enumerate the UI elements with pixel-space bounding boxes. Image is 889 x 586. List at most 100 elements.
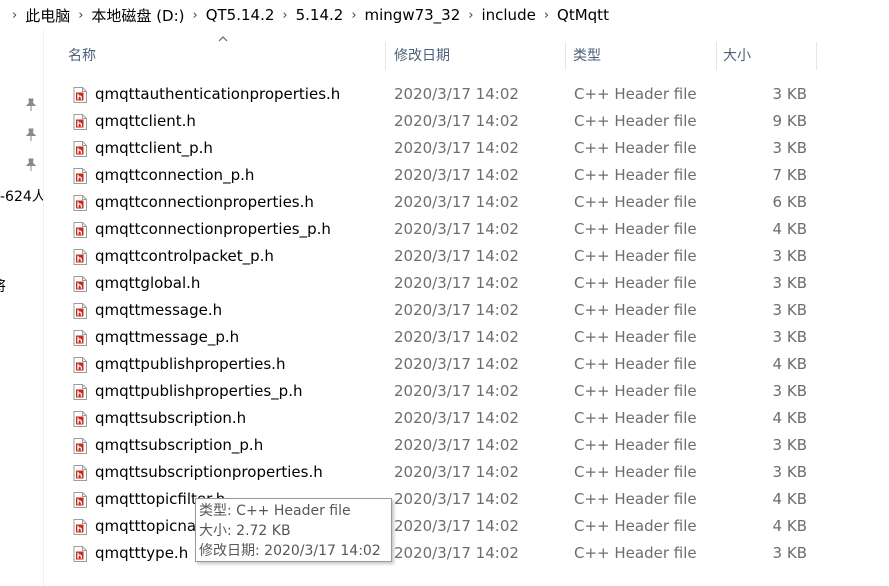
column-header-size[interactable]: 大小 <box>717 40 815 72</box>
nav-item-label[interactable]: 将 <box>0 276 6 296</box>
breadcrumb-item[interactable]: 本地磁盘 (D:) <box>91 5 184 26</box>
file-name: qmqttconnectionproperties.h <box>95 193 314 211</box>
navigation-pane: -624人 将 <box>0 30 44 586</box>
column-header-name[interactable]: 名称 <box>62 40 384 72</box>
file-type: C++ Header file <box>574 112 697 130</box>
column-divider[interactable] <box>385 42 386 70</box>
tooltip-type: 类型: C++ Header file <box>199 503 351 519</box>
file-type: C++ Header file <box>574 274 697 292</box>
breadcrumb-separator[interactable]: › <box>78 8 83 23</box>
column-divider[interactable] <box>565 42 566 70</box>
file-row[interactable]: qmqttconnectionproperties.h 2020/3/17 14:… <box>64 189 884 216</box>
file-name: qmqttglobal.h <box>95 274 201 292</box>
file-size: 3 KB <box>772 85 807 103</box>
file-date: 2020/3/17 14:02 <box>394 436 519 454</box>
file-size: 3 KB <box>772 139 807 157</box>
file-row[interactable]: qmqttpublishproperties.h 2020/3/17 14:02 C… <box>64 351 884 378</box>
file-name: qmqttcontrolpacket_p.h <box>95 247 274 265</box>
file-date: 2020/3/17 14:02 <box>394 463 519 481</box>
cpp-header-file-icon <box>73 330 87 346</box>
cpp-header-file-icon <box>73 357 87 373</box>
file-row[interactable]: qmqttmessage_p.h 2020/3/17 14:02 C++ Heade… <box>64 324 884 351</box>
column-header-type[interactable]: 类型 <box>567 40 715 72</box>
file-row[interactable]: qmqttcontrolpacket_p.h 2020/3/17 14:02 C++… <box>64 243 884 270</box>
breadcrumb-separator[interactable]: › <box>193 8 198 23</box>
cpp-header-file-icon <box>73 222 87 238</box>
breadcrumb-separator[interactable]: › <box>544 8 549 23</box>
file-type: C++ Header file <box>574 166 697 184</box>
file-row[interactable]: qmqttclient.h 2020/3/17 14:02 C++ Header f… <box>64 108 884 135</box>
breadcrumb-item[interactable]: mingw73_32 <box>365 6 461 24</box>
breadcrumb-item[interactable]: include <box>481 6 535 24</box>
cpp-header-file-icon <box>73 438 87 454</box>
breadcrumb-separator[interactable]: › <box>12 8 17 23</box>
file-date: 2020/3/17 14:02 <box>394 382 519 400</box>
file-type: C++ Header file <box>574 436 697 454</box>
file-date: 2020/3/17 14:02 <box>394 85 519 103</box>
file-row[interactable]: qmqttauthenticationproperties.h 2020/3/17… <box>64 81 884 108</box>
file-size: 3 KB <box>772 247 807 265</box>
file-row[interactable]: qmqttconnectionproperties_p.h 2020/3/17 1… <box>64 216 884 243</box>
file-date: 2020/3/17 14:02 <box>394 247 519 265</box>
tooltip-size: 大小: 2.72 KB <box>199 523 291 539</box>
file-name: qmqttmessage_p.h <box>95 328 240 346</box>
file-date: 2020/3/17 14:02 <box>394 409 519 427</box>
tooltip-date: 修改日期: 2020/3/17 14:02 <box>199 543 381 559</box>
file-date: 2020/3/17 14:02 <box>394 112 519 130</box>
cpp-header-file-icon <box>73 168 87 184</box>
file-list: 名称 修改日期 类型 大小 qmqttauthenticationpropert… <box>44 30 889 586</box>
file-size: 3 KB <box>772 328 807 346</box>
breadcrumb-separator[interactable]: › <box>351 8 356 23</box>
file-row[interactable]: qmqtttopicfilter.h 2020/3/17 14:02 C++ Hea… <box>64 486 884 513</box>
breadcrumb-item[interactable]: QtMqtt <box>557 6 609 24</box>
file-size: 4 KB <box>772 355 807 373</box>
file-row[interactable]: qmqttsubscription_p.h 2020/3/17 14:02 C++ … <box>64 432 884 459</box>
file-size: 3 KB <box>772 301 807 319</box>
file-row[interactable]: qmqttpublishproperties_p.h 2020/3/17 14:0… <box>64 378 884 405</box>
column-header-row: 名称 修改日期 类型 大小 <box>44 36 889 72</box>
pin-icon[interactable] <box>24 98 38 112</box>
file-size: 3 KB <box>772 463 807 481</box>
file-type: C++ Header file <box>574 301 697 319</box>
file-name: qmqttconnectionproperties_p.h <box>95 220 331 238</box>
file-type: C++ Header file <box>574 490 697 508</box>
file-name: qmqttconnection_p.h <box>95 166 255 184</box>
file-type: C++ Header file <box>574 517 697 535</box>
breadcrumb-separator[interactable]: › <box>282 8 287 23</box>
file-info-tooltip: 类型: C++ Header file 大小: 2.72 KB 修改日期: 20… <box>195 498 392 562</box>
file-type: C++ Header file <box>574 85 697 103</box>
file-row[interactable]: qmqttmessage.h 2020/3/17 14:02 C++ Header … <box>64 297 884 324</box>
file-name: qmqttclient_p.h <box>95 139 213 157</box>
breadcrumb-separator[interactable]: › <box>468 8 473 23</box>
file-date: 2020/3/17 14:02 <box>394 490 519 508</box>
breadcrumb-item[interactable]: QT5.14.2 <box>206 6 275 24</box>
file-row[interactable]: qmqtttopicname.h 2020/3/17 14:02 C++ Heade… <box>64 513 884 540</box>
file-type: C++ Header file <box>574 193 697 211</box>
file-date: 2020/3/17 14:02 <box>394 166 519 184</box>
file-row[interactable]: qmqtttype.h 2020/3/17 14:02 C++ Header fil… <box>64 540 884 567</box>
file-name: qmqttsubscription.h <box>95 409 247 427</box>
cpp-header-file-icon <box>73 465 87 481</box>
nav-item-label[interactable]: -624人 <box>0 186 43 206</box>
file-size: 7 KB <box>772 166 807 184</box>
breadcrumb-item[interactable]: 5.14.2 <box>296 6 344 24</box>
file-row[interactable]: qmqttconnection_p.h 2020/3/17 14:02 C++ He… <box>64 162 884 189</box>
file-type: C++ Header file <box>574 355 697 373</box>
column-header-date[interactable]: 修改日期 <box>388 40 564 72</box>
file-row[interactable]: qmqttsubscriptionproperties.h 2020/3/17 1… <box>64 459 884 486</box>
pin-icon[interactable] <box>24 158 38 172</box>
file-type: C++ Header file <box>574 463 697 481</box>
file-size: 6 KB <box>772 193 807 211</box>
cpp-header-file-icon <box>73 411 87 427</box>
column-divider[interactable] <box>816 42 817 70</box>
pin-icon[interactable] <box>24 128 38 142</box>
cpp-header-file-icon <box>73 114 87 130</box>
breadcrumb: › 此电脑 › 本地磁盘 (D:) › QT5.14.2 › 5.14.2 › mingw73_3… <box>0 0 889 30</box>
file-row[interactable]: qmqttsubscription.h 2020/3/17 14:02 C++ He… <box>64 405 884 432</box>
breadcrumb-item[interactable]: 此电脑 <box>25 5 70 26</box>
cpp-header-file-icon <box>73 303 87 319</box>
file-row[interactable]: qmqttglobal.h 2020/3/17 14:02 C++ Header f… <box>64 270 884 297</box>
file-size: 9 KB <box>772 112 807 130</box>
file-name: qmqtttype.h <box>95 544 189 562</box>
file-row[interactable]: qmqttclient_p.h 2020/3/17 14:02 C++ Header… <box>64 135 884 162</box>
